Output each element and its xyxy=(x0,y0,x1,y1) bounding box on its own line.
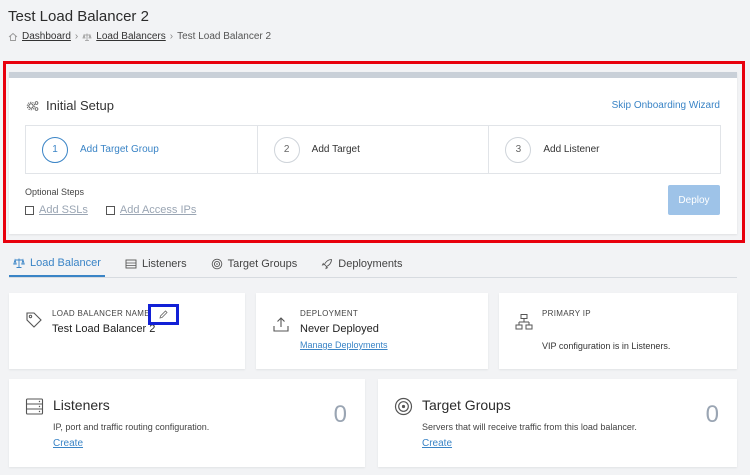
step-add-listener[interactable]: 3 Add Listener xyxy=(489,126,720,173)
target-groups-title: Target Groups xyxy=(422,397,511,413)
create-listener-link[interactable]: Create xyxy=(53,438,83,449)
step-label: Add Listener xyxy=(543,144,600,155)
deployment-label: DEPLOYMENT xyxy=(300,309,359,318)
optional-steps: Add SSLs Add Access IPs xyxy=(25,204,196,216)
edit-name-highlight[interactable] xyxy=(148,304,179,325)
optional-steps-title: Optional Steps xyxy=(25,187,85,197)
scale-icon xyxy=(82,33,92,41)
primary-ip-note: VIP configuration is in Listeners. xyxy=(542,341,671,351)
setup-steps: 1 Add Target Group 2 Add Target 3 Add Li… xyxy=(25,125,721,174)
primary-ip-card: PRIMARY IP VIP configuration is in Liste… xyxy=(499,293,737,369)
setup-title: Initial Setup xyxy=(26,98,114,113)
breadcrumb-load-balancers[interactable]: Load Balancers xyxy=(96,31,166,42)
add-ssls-label: Add SSLs xyxy=(39,204,88,216)
create-target-group-link[interactable]: Create xyxy=(422,438,452,449)
page-title: Test Load Balancer 2 xyxy=(8,8,149,25)
tab-listeners[interactable]: Listeners xyxy=(121,250,191,277)
name-label: LOAD BALANCER NAME xyxy=(52,309,150,318)
add-access-ips-link[interactable]: Add Access IPs xyxy=(105,204,197,216)
skip-onboarding-link[interactable]: Skip Onboarding Wizard xyxy=(612,100,720,111)
tab-label: Target Groups xyxy=(227,257,298,270)
step-add-target[interactable]: 2 Add Target xyxy=(258,126,490,173)
scale-icon xyxy=(13,257,25,268)
initial-setup-card: Initial Setup Skip Onboarding Wizard 1 A… xyxy=(9,72,737,234)
name-value: Test Load Balancer 2 xyxy=(52,323,156,335)
step-label: Add Target Group xyxy=(80,144,159,155)
step-number: 2 xyxy=(273,136,300,163)
rocket-icon xyxy=(322,258,333,269)
step-number: 1 xyxy=(42,136,68,163)
primary-ip-label: PRIMARY IP xyxy=(542,309,591,318)
target-icon xyxy=(394,397,413,416)
step-label: Add Target xyxy=(311,144,360,155)
tab-label: Deployments xyxy=(338,257,403,270)
tab-bar: Load Balancer Listeners Target Groups De… xyxy=(9,250,737,278)
checkbox-icon[interactable] xyxy=(105,205,115,215)
network-icon xyxy=(515,314,533,330)
deployment-value: Never Deployed xyxy=(300,323,379,335)
home-icon xyxy=(8,32,18,41)
breadcrumb: Dashboard › Load Balancers › Test Load B… xyxy=(8,31,271,42)
breadcrumb-dashboard[interactable]: Dashboard xyxy=(22,31,71,42)
tab-load-balancer[interactable]: Load Balancer xyxy=(9,250,105,277)
add-access-ips-label: Add Access IPs xyxy=(119,204,197,216)
checkbox-icon[interactable] xyxy=(25,205,34,215)
chevron-right-icon: › xyxy=(74,31,79,42)
tab-label: Listeners xyxy=(141,257,187,270)
pencil-icon[interactable] xyxy=(159,310,168,319)
manage-deployments-link[interactable]: Manage Deployments xyxy=(300,340,388,350)
tab-label: Load Balancer xyxy=(30,256,101,269)
target-groups-count: 0 xyxy=(705,401,719,428)
target-groups-description: Servers that will receive traffic from t… xyxy=(422,422,637,432)
step-number: 3 xyxy=(505,136,532,163)
breadcrumb-current: Test Load Balancer 2 xyxy=(177,31,272,42)
deployment-card: DEPLOYMENT Never Deployed Manage Deploym… xyxy=(256,293,488,369)
deploy-button[interactable]: Deploy xyxy=(668,185,720,215)
gears-icon xyxy=(26,100,39,111)
upload-icon xyxy=(273,317,289,332)
listeners-count: 0 xyxy=(333,401,347,428)
list-icon xyxy=(125,259,137,268)
listeners-title: Listeners xyxy=(53,397,110,413)
listeners-description: IP, port and traffic routing configurati… xyxy=(53,422,210,432)
load-balancer-name-card: LOAD BALANCER NAME Test Load Balancer 2 xyxy=(9,293,245,369)
step-add-target-group[interactable]: 1 Add Target Group xyxy=(26,126,258,173)
chevron-right-icon: › xyxy=(169,31,174,42)
setup-title-text: Initial Setup xyxy=(46,98,114,113)
listeners-summary-card: Listeners IP, port and traffic routing c… xyxy=(9,379,365,467)
target-groups-summary-card: Target Groups Servers that will receive … xyxy=(378,379,737,467)
target-icon xyxy=(211,258,222,269)
server-list-icon xyxy=(25,398,44,415)
tab-deployments[interactable]: Deployments xyxy=(317,250,406,277)
tab-target-groups[interactable]: Target Groups xyxy=(207,250,302,277)
add-ssls-link[interactable]: Add SSLs xyxy=(25,204,88,216)
tag-icon xyxy=(26,312,42,328)
